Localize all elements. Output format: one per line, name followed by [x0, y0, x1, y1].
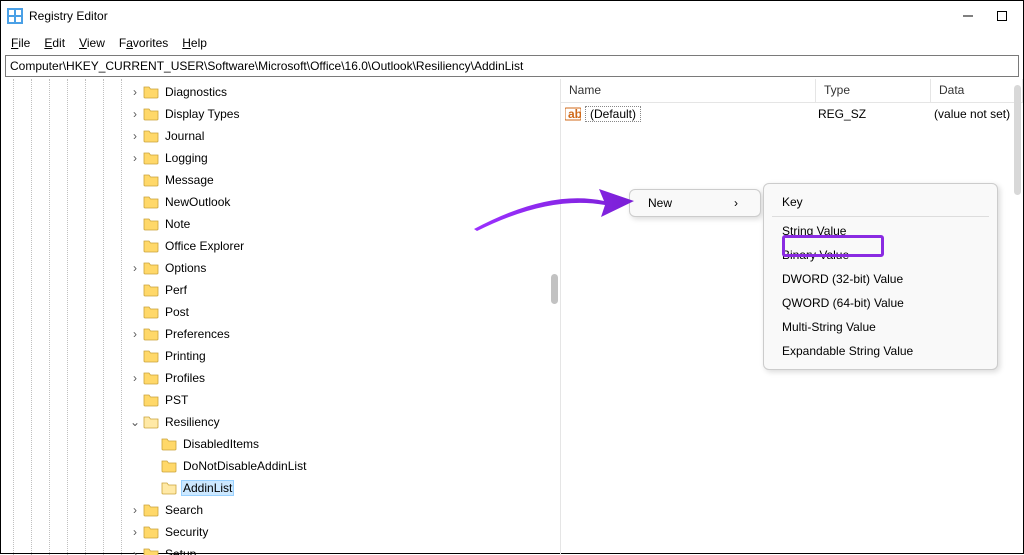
expand-icon[interactable]: › [127, 371, 143, 385]
tree-item[interactable]: Message [1, 169, 560, 191]
col-type[interactable]: Type [816, 79, 931, 102]
tree-item[interactable]: › Profiles [1, 367, 560, 389]
window-controls [961, 9, 1017, 23]
tree-item-label: Preferences [163, 326, 232, 342]
title-bar: Registry Editor [1, 1, 1023, 31]
tree-panel[interactable]: › Diagnostics › Display Types › Journal › Loggi… [1, 79, 561, 555]
list-scrollbar-thumb[interactable] [1014, 85, 1021, 195]
tree-scrollbar-thumb[interactable] [551, 274, 558, 304]
expand-icon[interactable]: › [127, 503, 143, 517]
col-data[interactable]: Data [931, 79, 1023, 102]
menu-edit[interactable]: Edit [38, 34, 71, 52]
value-row[interactable]: ab (Default) REG_SZ (value not set) [561, 103, 1023, 125]
tree-item-label: Security [163, 524, 210, 540]
expand-icon[interactable]: ⌄ [127, 415, 143, 429]
tree-item[interactable]: Post [1, 301, 560, 323]
submenu-item[interactable]: Key [764, 190, 997, 214]
main-area: › Diagnostics › Display Types › Journal › Loggi… [1, 79, 1023, 555]
submenu-item[interactable]: DWORD (32-bit) Value [764, 267, 997, 291]
context-menu[interactable]: New › [629, 189, 761, 217]
value-list-panel[interactable]: Name Type Data ab (Default) REG_SZ (valu… [561, 79, 1023, 555]
expand-icon[interactable]: › [127, 85, 143, 99]
menu-separator [772, 216, 989, 217]
tree-item[interactable]: DoNotDisableAddinList [1, 455, 560, 477]
svg-text:ab: ab [568, 107, 581, 121]
tree-item-label: Message [163, 172, 216, 188]
address-text: Computer\HKEY_CURRENT_USER\Software\Micr… [10, 59, 523, 73]
context-submenu[interactable]: Key String ValueBinary ValueDWORD (32-bit… [763, 183, 998, 370]
submenu-item[interactable]: Multi-String Value [764, 315, 997, 339]
tree-item[interactable]: ›Setup [1, 543, 560, 555]
expand-icon[interactable]: › [127, 261, 143, 275]
tree-item[interactable]: › Logging [1, 147, 560, 169]
menu-bar: File Edit View Favorites Help [1, 31, 1023, 55]
value-type: REG_SZ [818, 107, 866, 121]
tree-item[interactable]: Office Explorer [1, 235, 560, 257]
tree-item-label: Search [163, 502, 205, 518]
tree-item[interactable]: › Preferences [1, 323, 560, 345]
menu-view[interactable]: View [73, 34, 111, 52]
expand-icon[interactable]: › [127, 525, 143, 539]
menu-file[interactable]: File [5, 34, 36, 52]
context-menu-new[interactable]: New › [630, 190, 760, 216]
tree-item-label: Resiliency [163, 414, 222, 430]
tree-item-label: Note [163, 216, 192, 232]
address-bar[interactable]: Computer\HKEY_CURRENT_USER\Software\Micr… [5, 55, 1019, 77]
tree-item-label: Profiles [163, 370, 207, 386]
maximize-button[interactable] [995, 9, 1009, 23]
tree-item[interactable]: Note [1, 213, 560, 235]
tree-item-label: DisabledItems [181, 436, 261, 452]
tree-item[interactable]: AddinList [1, 477, 560, 499]
tree-item-label: Options [163, 260, 208, 276]
expand-icon[interactable]: › [127, 327, 143, 341]
col-name[interactable]: Name [561, 79, 816, 102]
tree-item-label: Office Explorer [163, 238, 246, 254]
context-menu-new-label: New [648, 196, 672, 210]
tree-item-label: Journal [163, 128, 206, 144]
tree-item[interactable]: › Display Types [1, 103, 560, 125]
tree-item-label: NewOutlook [163, 194, 232, 210]
window-title: Registry Editor [29, 9, 961, 23]
submenu-item[interactable]: Binary Value [764, 243, 997, 267]
tree-item-label: Printing [163, 348, 208, 364]
tree-item[interactable]: NewOutlook [1, 191, 560, 213]
tree-item-label: PST [163, 392, 190, 408]
tree-item-label: Diagnostics [163, 84, 229, 100]
submenu-item[interactable]: QWORD (64-bit) Value [764, 291, 997, 315]
value-name: (Default) [585, 106, 641, 122]
menu-favorites[interactable]: Favorites [113, 34, 174, 52]
tree-item[interactable]: › Options [1, 257, 560, 279]
tree-item[interactable]: › Security [1, 521, 560, 543]
tree-item-label: DoNotDisableAddinList [181, 458, 308, 474]
menu-help[interactable]: Help [176, 34, 213, 52]
submenu-item[interactable]: String Value [764, 219, 997, 243]
expand-icon[interactable]: › [127, 107, 143, 121]
tree-item[interactable]: › Search [1, 499, 560, 521]
submenu-item[interactable]: Expandable String Value [764, 339, 997, 363]
tree-item[interactable]: › Journal [1, 125, 560, 147]
list-header: Name Type Data [561, 79, 1023, 103]
minimize-button[interactable] [961, 9, 975, 23]
tree-item[interactable]: Perf [1, 279, 560, 301]
tree-item[interactable]: PST [1, 389, 560, 411]
tree-item-label: Display Types [163, 106, 241, 122]
tree-item[interactable]: Printing [1, 345, 560, 367]
expand-icon[interactable]: › [127, 151, 143, 165]
tree-item-label: Post [163, 304, 191, 320]
value-data: (value not set) [934, 107, 1010, 121]
submenu-arrow-icon: › [734, 196, 738, 210]
tree-item-label: AddinList [181, 480, 234, 496]
tree-item[interactable]: › Diagnostics [1, 81, 560, 103]
app-icon [7, 8, 23, 24]
tree-item-label: Perf [163, 282, 189, 298]
tree-item[interactable]: DisabledItems [1, 433, 560, 455]
tree-item[interactable]: ⌄ Resiliency [1, 411, 560, 433]
tree-item-label: Logging [163, 150, 210, 166]
string-value-icon: ab [565, 106, 581, 122]
expand-icon[interactable]: › [127, 129, 143, 143]
